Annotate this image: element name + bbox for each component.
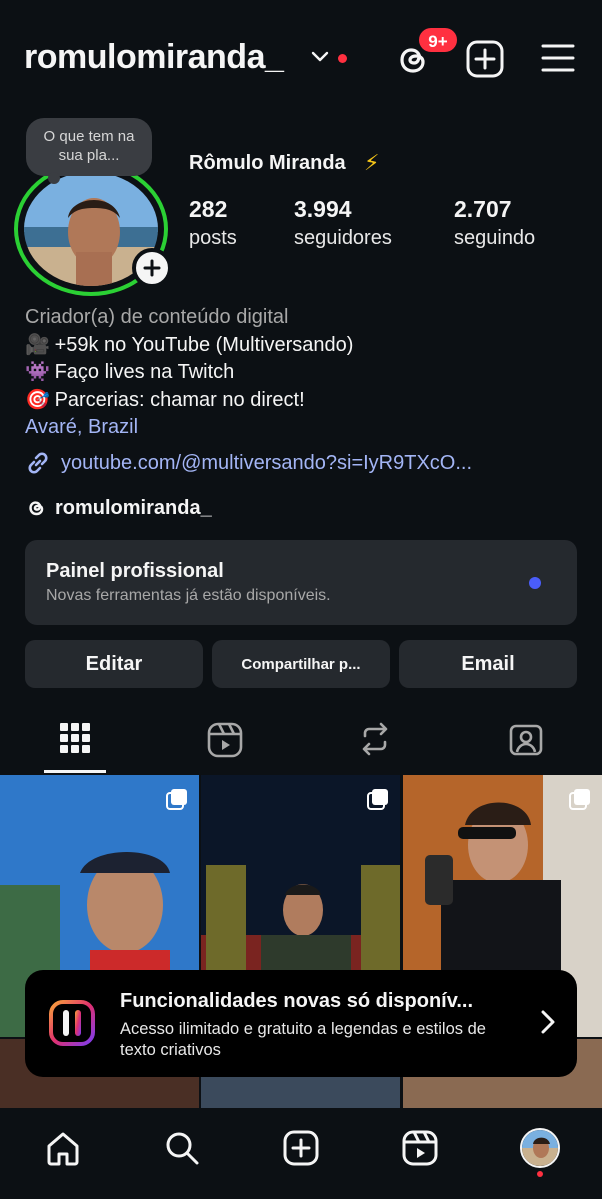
threads-handle: romulomiranda_	[55, 496, 212, 519]
plus-icon	[143, 259, 161, 277]
add-story-button[interactable]	[132, 248, 172, 288]
create-plus-icon	[283, 1130, 319, 1166]
stat-label: posts	[189, 227, 237, 249]
chevron-right-icon[interactable]	[541, 1010, 555, 1034]
profile-avatar[interactable]	[14, 160, 172, 296]
reels-icon	[402, 1130, 438, 1166]
multiple-photos-icon	[569, 789, 590, 810]
nav-home[interactable]	[41, 1126, 85, 1170]
feature-promo-banner[interactable]: Funcionalidades novas só disponív... Ace…	[25, 970, 577, 1077]
bio-text: Parcerias: chamar no direct!	[54, 388, 305, 411]
promo-subtitle: Acesso ilimitado e gratuito a legendas e…	[120, 1020, 486, 1059]
profile-category: Criador(a) de conteúdo digital	[25, 306, 289, 328]
profile-username[interactable]: romulomiranda_	[24, 38, 284, 77]
panel-title: Painel profissional	[46, 560, 224, 582]
tab-grid[interactable]	[45, 716, 105, 774]
multiple-photos-icon	[367, 789, 388, 810]
lightning-icon: ⚡	[364, 150, 380, 175]
nav-reels[interactable]	[398, 1126, 442, 1170]
tab-reels[interactable]	[195, 716, 255, 774]
search-icon	[166, 1132, 199, 1165]
video-camera-icon: 🎥	[25, 333, 50, 356]
share-profile-button[interactable]: Compartilhar p...	[212, 640, 390, 688]
grid-icon	[60, 723, 90, 753]
stat-posts[interactable]: 282 posts	[189, 196, 237, 250]
repost-icon	[362, 722, 388, 756]
stat-value: 3.994	[294, 196, 352, 222]
profile-notification-dot	[537, 1171, 543, 1177]
new-indicator-dot	[529, 577, 541, 589]
bio-line: 🎥 +59k no YouTube (Multiversando)	[25, 332, 353, 360]
create-plus-icon[interactable]	[466, 40, 504, 78]
stat-followers[interactable]: 3.994 seguidores	[294, 196, 392, 250]
profile-link-text[interactable]: youtube.com/@multiversando?si=IyR9TXcO..…	[61, 452, 472, 475]
hamburger-menu-icon[interactable]	[540, 42, 576, 74]
link-icon	[28, 452, 48, 474]
profile-tabs	[0, 716, 602, 774]
nav-profile[interactable]	[518, 1126, 562, 1170]
active-tab-indicator	[44, 770, 106, 773]
tab-reposts[interactable]	[345, 716, 405, 774]
profile-note[interactable]: O que tem na sua pla...	[26, 118, 152, 184]
edit-profile-button[interactable]: Editar	[25, 640, 203, 688]
stat-label: seguindo	[454, 227, 536, 249]
profile-full-name: Rômulo Miranda	[189, 152, 346, 174]
stat-label: seguidores	[294, 227, 392, 249]
account-notification-dot	[338, 54, 347, 63]
edits-app-icon	[49, 1000, 95, 1046]
stat-value: 2.707	[454, 196, 512, 222]
notification-badge: 9+	[417, 26, 459, 54]
home-icon	[47, 1132, 79, 1166]
promo-title: Funcionalidades novas só disponív...	[120, 990, 474, 1012]
profile-bio: Criador(a) de conteúdo digital 🎥 +59k no…	[25, 304, 353, 442]
top-bar: romulomiranda_ 9+	[0, 0, 602, 120]
threads-profile-link[interactable]: romulomiranda_	[25, 496, 212, 520]
chevron-down-icon[interactable]	[311, 50, 329, 64]
profile-link[interactable]: youtube.com/@multiversando?si=IyR9TXcO..…	[25, 450, 472, 476]
bio-text: +59k no YouTube (Multiversando)	[54, 333, 354, 356]
bottom-navigation	[0, 1108, 602, 1199]
nav-search[interactable]	[160, 1126, 204, 1170]
email-button[interactable]: Email	[399, 640, 577, 688]
threads-icon	[29, 501, 44, 516]
stat-value: 282	[189, 196, 228, 222]
bio-line: 👾 Faço lives na Twitch	[25, 359, 353, 387]
bio-text: Faço lives na Twitch	[54, 361, 235, 383]
stat-following[interactable]: 2.707 seguindo	[454, 196, 535, 250]
alien-monster-icon: 👾	[25, 361, 50, 383]
target-icon: 🎯	[25, 388, 50, 411]
professional-dashboard[interactable]: Painel profissional Novas ferramentas já…	[25, 540, 577, 625]
bio-line: 🎯 Parcerias: chamar no direct!	[25, 387, 353, 415]
tab-tagged[interactable]	[496, 716, 556, 774]
profile-location[interactable]: Avaré, Brazil	[25, 414, 353, 442]
panel-subtitle: Novas ferramentas já estão disponíveis.	[46, 587, 331, 604]
multiple-photos-icon	[166, 789, 187, 810]
reels-icon	[207, 722, 243, 758]
tagged-person-icon	[509, 724, 543, 756]
avatar	[520, 1128, 560, 1168]
nav-create[interactable]	[279, 1126, 323, 1170]
